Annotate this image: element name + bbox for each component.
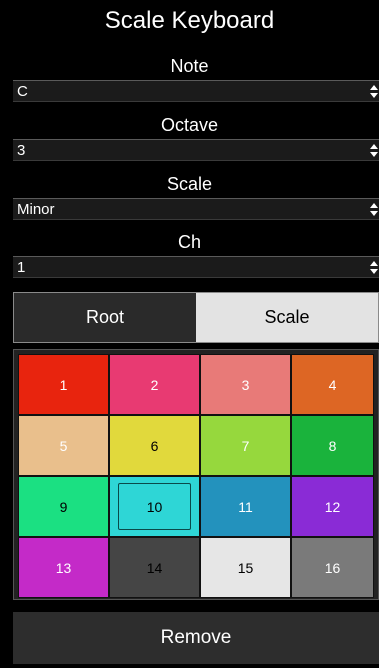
pad-label: 10 (146, 498, 163, 515)
pad-14[interactable]: 14 (109, 537, 200, 598)
pad-label: 1 (59, 376, 68, 393)
pad-label: 7 (241, 437, 250, 454)
octave-select[interactable]: 3 (13, 139, 379, 161)
pad-6[interactable]: 6 (109, 415, 200, 476)
pad-label: 5 (59, 437, 68, 454)
ch-label: Ch (177, 232, 201, 252)
pad-label: 15 (237, 559, 254, 576)
select-arrows-icon (370, 144, 378, 157)
root-scale-segmented-control: Root Scale (13, 292, 379, 343)
ch-select[interactable]: 1 (13, 256, 379, 278)
pad-12[interactable]: 12 (291, 476, 374, 537)
scale-tab[interactable]: Scale (196, 293, 378, 342)
pad-label: 16 (324, 559, 341, 576)
ch-value: 1 (17, 259, 26, 276)
pad-7[interactable]: 7 (200, 415, 291, 476)
pad-label: 2 (150, 376, 159, 393)
scale-label: Scale (166, 174, 213, 194)
pad-label: 9 (59, 498, 68, 515)
pad-2[interactable]: 2 (109, 354, 200, 415)
select-arrows-icon (370, 203, 378, 216)
pad-4[interactable]: 4 (291, 354, 374, 415)
pad-15[interactable]: 15 (200, 537, 291, 598)
pad-16[interactable]: 16 (291, 537, 374, 598)
pad-label: 11 (238, 498, 253, 515)
pad-13[interactable]: 13 (18, 537, 109, 598)
pad-grid: 1 2 3 4 5 6 7 8 9 10 11 12 13 14 15 16 (13, 349, 379, 600)
pad-label: 3 (241, 376, 250, 393)
pad-label: 13 (55, 559, 72, 576)
octave-value: 3 (17, 142, 26, 159)
pad-9[interactable]: 9 (18, 476, 109, 537)
pad-label: 8 (328, 437, 337, 454)
note-label: Note (170, 56, 209, 76)
pad-11[interactable]: 11 (200, 476, 291, 537)
pad-label: 6 (150, 437, 159, 454)
app-title: Scale Keyboard (104, 7, 275, 34)
note-value: C (17, 83, 28, 100)
pad-3[interactable]: 3 (200, 354, 291, 415)
select-arrows-icon (370, 85, 378, 98)
pad-label: 14 (146, 559, 163, 576)
note-select[interactable]: C (13, 80, 379, 102)
scale-select[interactable]: Minor (13, 198, 379, 220)
root-tab[interactable]: Root (14, 293, 196, 342)
pad-1[interactable]: 1 (18, 354, 109, 415)
select-arrows-icon (370, 261, 378, 274)
remove-button[interactable]: Remove (13, 612, 379, 664)
pad-10[interactable]: 10 (109, 476, 200, 537)
scale-value: Minor (17, 201, 55, 218)
octave-label: Octave (160, 115, 219, 135)
pad-label: 12 (324, 498, 341, 515)
pad-8[interactable]: 8 (291, 415, 374, 476)
pad-label: 4 (328, 376, 337, 393)
pad-5[interactable]: 5 (18, 415, 109, 476)
